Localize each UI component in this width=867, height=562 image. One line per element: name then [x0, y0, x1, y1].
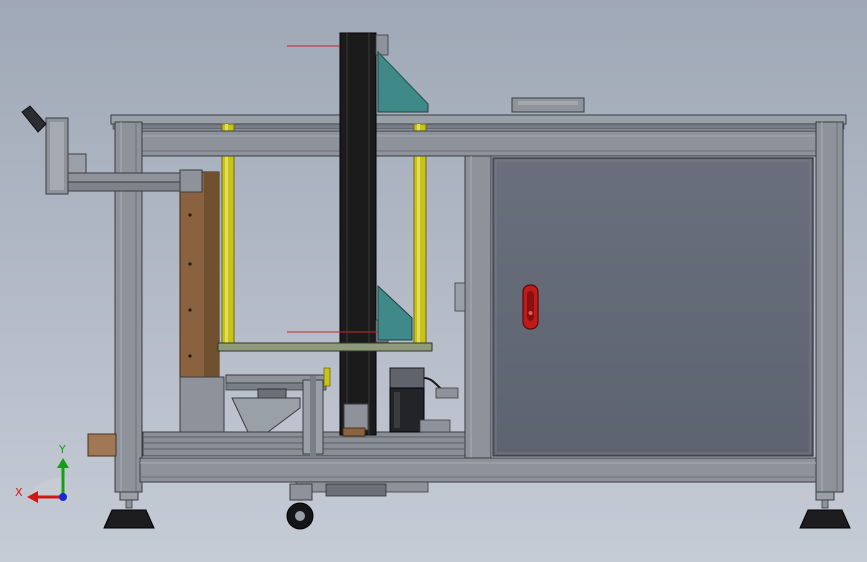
top-plate — [110, 114, 847, 130]
z-axis-dot — [59, 493, 67, 501]
y-axis-arrow — [57, 458, 69, 468]
lower-bracket — [377, 284, 413, 341]
under-frame — [295, 481, 429, 497]
carriage-plate — [217, 342, 433, 352]
leveling-foot-right — [799, 491, 851, 529]
cabinet-door — [492, 157, 814, 457]
caster-wheel — [286, 483, 314, 530]
guide-rod-right — [413, 123, 427, 345]
servo-motor — [389, 367, 459, 433]
upper-beam — [139, 130, 817, 157]
x-axis-label: X — [15, 486, 23, 499]
hand-wheel — [21, 105, 69, 195]
upper-bracket — [377, 50, 429, 113]
wood-backboard — [179, 169, 225, 433]
divider-post — [454, 155, 492, 459]
y-axis-label: Y — [58, 443, 66, 456]
leveling-foot-left — [103, 491, 155, 529]
machine-drawing: Y X — [15, 32, 851, 530]
lower-beam — [139, 457, 817, 483]
shaft-stub — [87, 433, 117, 457]
guide-rod-left — [221, 123, 235, 345]
right-post — [815, 121, 844, 493]
door-handle — [522, 284, 539, 330]
top-box — [511, 97, 585, 113]
coordinate-triad: Y X — [15, 443, 69, 503]
cad-viewport[interactable]: Y X — [0, 0, 867, 562]
